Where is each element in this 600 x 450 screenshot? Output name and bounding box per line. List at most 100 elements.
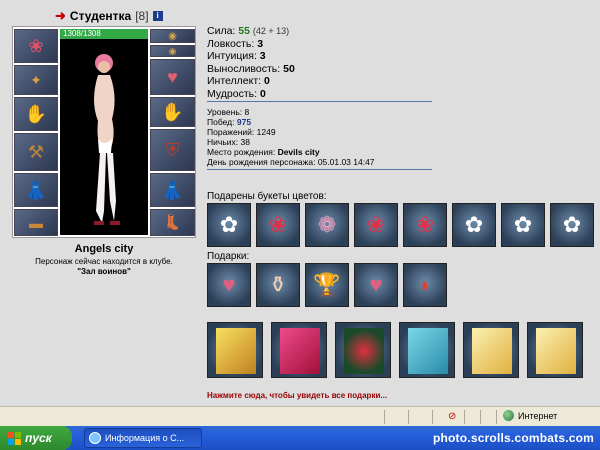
endurance-value: 50 — [283, 62, 295, 75]
sparkle-card-icon — [216, 328, 256, 374]
flower-card-icon — [344, 328, 384, 374]
ring-slot-2[interactable]: ◉ — [150, 45, 195, 57]
taskbar-window-button[interactable]: Информация о С... — [84, 428, 202, 448]
bouquet-item[interactable]: ✿ — [501, 203, 545, 247]
gloves-icon: ✋ — [24, 103, 48, 124]
hammer-icon: ⚒ — [27, 141, 45, 162]
bouquet-item[interactable]: ❀ — [403, 203, 447, 247]
shield-slot[interactable]: ⛨ — [150, 129, 195, 171]
present-item[interactable]: ⚱ — [256, 263, 300, 307]
divider — [207, 169, 432, 170]
level-label: Уровень: — [207, 107, 243, 117]
belt-icon: ▬ — [29, 214, 43, 231]
start-button[interactable]: пуск — [0, 426, 72, 450]
boots-icon: 👢 — [163, 214, 182, 230]
bouquet-item[interactable]: ✿ — [452, 203, 496, 247]
ring-slot-1[interactable]: ◉ — [150, 29, 195, 43]
ring-icon: ◉ — [168, 45, 177, 56]
white-daisy-bouquet-icon: ✿ — [513, 212, 533, 237]
birthplace-value: Devils city — [277, 147, 320, 157]
endurance-label: Выносливость: — [207, 62, 281, 75]
level-value: 8 — [244, 107, 250, 117]
character-city: Angels city — [74, 243, 134, 255]
pink-dress-icon: 👗 — [24, 179, 48, 200]
ring-icon: ◉ — [168, 30, 177, 42]
fan-icon: ◗ — [418, 272, 432, 297]
status-divider — [464, 410, 465, 424]
bouquet-item[interactable]: ✿ — [207, 203, 251, 247]
character-location: Персонаж сейчас находится в клубе. "Зал … — [12, 257, 196, 277]
armor-slot[interactable]: 👗 — [14, 173, 58, 207]
agility-value: 3 — [257, 37, 264, 50]
arrow-icon: ➜ — [55, 8, 66, 23]
intuition-value: 3 — [259, 50, 266, 62]
card-item[interactable] — [207, 322, 263, 378]
card-item[interactable] — [271, 322, 327, 378]
security-zone: Интернет — [503, 410, 557, 421]
globe-icon — [503, 410, 514, 421]
zone-label: Интернет — [518, 410, 558, 421]
divider — [207, 101, 432, 102]
wisdom-value: 0 — [259, 87, 266, 100]
show-all-gifts-link[interactable]: Нажмите сюда, чтобы увидеть все подарки.… — [207, 391, 387, 400]
pink-skirt-icon: 👗 — [161, 179, 184, 200]
bouquet-item[interactable]: ✿ — [550, 203, 594, 247]
character-name: Студентка — [69, 9, 132, 23]
heart-card-icon: ♥ — [369, 272, 383, 297]
presents-label: Подарки: — [207, 251, 250, 262]
card-item[interactable] — [463, 322, 519, 378]
internet-explorer-icon — [89, 432, 101, 444]
status-bar: ⊘ Интернет — [0, 406, 600, 426]
present-item[interactable]: ♥ — [354, 263, 398, 307]
earrings-slot[interactable]: ✦ — [14, 65, 58, 95]
card-item[interactable] — [399, 322, 455, 378]
info-icon[interactable]: i — [152, 11, 163, 21]
intellect-value: 0 — [263, 75, 270, 87]
gloves-slot[interactable]: ✋ — [14, 97, 58, 131]
start-label: пуск — [25, 431, 52, 445]
present-item[interactable]: ◗ — [403, 263, 447, 307]
white-daisy-bouquet-icon: ✿ — [562, 212, 582, 237]
bouquet-item[interactable]: ❁ — [305, 203, 349, 247]
bracers-slot[interactable]: ✋ — [150, 97, 195, 127]
amulet-slot[interactable]: ♥ — [150, 59, 195, 95]
draws-value: 38 — [240, 137, 250, 147]
status-divider — [496, 410, 497, 424]
character-header: ➜ Студентка [8] i — [55, 8, 163, 24]
strength-label: Сила: — [207, 25, 236, 37]
bouquet-item[interactable]: ❀ — [256, 203, 300, 247]
shield-icon: ⛨ — [165, 139, 180, 160]
wins-value: 975 — [236, 117, 252, 127]
boots-slot[interactable]: 👢 — [150, 209, 195, 236]
intuition-label: Интуиция: — [207, 50, 257, 62]
bouquet-item[interactable]: ❀ — [354, 203, 398, 247]
hp-text: 1308/1308 — [63, 29, 101, 38]
location-text: Персонаж сейчас находится в клубе. — [35, 257, 173, 266]
heart-card-icon: ♥ — [222, 272, 236, 297]
weapon-slot[interactable]: ⚒ — [14, 133, 58, 171]
present-item[interactable]: 🏆 — [305, 263, 349, 307]
present-item[interactable]: ♥ — [207, 263, 251, 307]
flower-wreath-icon: ❀ — [28, 35, 44, 56]
character-level: [8] — [135, 9, 149, 23]
strength-value: 55 — [238, 25, 250, 37]
losses-value: 1249 — [256, 127, 276, 137]
white-daisy-bouquet-icon: ✿ — [219, 212, 239, 237]
location-club: "Зал воинов" — [77, 267, 131, 276]
birthplace-label: Место рождения: — [207, 147, 276, 157]
belt-slot[interactable]: ▬ — [14, 209, 58, 236]
intellect-label: Интеллект: — [207, 75, 262, 87]
details-block: Уровень: 8 Побед: 975 Поражений: 1249 Ни… — [207, 107, 375, 167]
windows-logo-icon — [8, 431, 21, 445]
gold-card-icon — [472, 328, 512, 374]
teal-card-icon — [408, 328, 448, 374]
card-item[interactable] — [527, 322, 583, 378]
leggings-slot[interactable]: 👗 — [150, 173, 195, 207]
popup-blocked-icon[interactable]: ⊘ — [448, 411, 456, 422]
red-rose-bouquet-icon: ❀ — [415, 212, 435, 237]
helmet-slot[interactable]: ❀ — [14, 29, 58, 63]
wisdom-label: Мудрость: — [207, 87, 258, 100]
card-item[interactable] — [335, 322, 391, 378]
status-divider — [408, 410, 409, 424]
cards-row — [207, 322, 583, 378]
